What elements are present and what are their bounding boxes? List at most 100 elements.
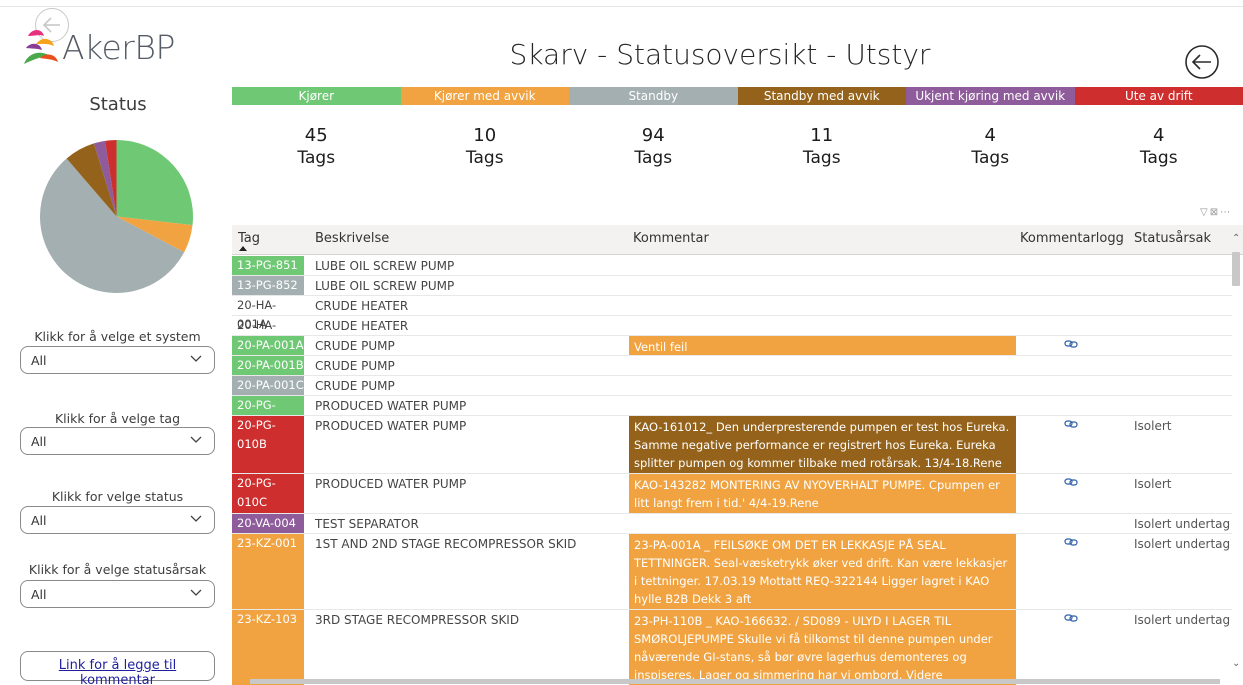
- status-count-card: 10 Tags: [401, 125, 570, 169]
- chevron-down-icon: [190, 355, 202, 362]
- column-header-comment-log[interactable]: Kommentarlogg: [1020, 231, 1124, 246]
- description-cell: CRUDE PUMP: [315, 339, 395, 353]
- status-filter-value: All: [31, 513, 47, 528]
- status-count-card: 4 Tags: [906, 125, 1075, 169]
- table-horizontal-scrollbar[interactable]: [232, 677, 1232, 685]
- description-cell: 1ST AND 2ND STAGE RECOMPRESSOR SKID: [315, 537, 577, 551]
- status-count-card: 4 Tags: [1075, 125, 1243, 169]
- count-value: 10: [473, 125, 497, 146]
- count-unit: Tags: [802, 148, 841, 168]
- tag-cell: 20-PG-010A: [232, 396, 304, 431]
- count-value: 94: [641, 125, 665, 146]
- legend-item[interactable]: Standby med avvik: [737, 87, 906, 105]
- tag-cell: 20-PA-001B: [232, 356, 304, 375]
- visual-header-icons[interactable]: ▽⊠⋯: [1200, 207, 1232, 218]
- table-row[interactable]: 20-PG-010C PRODUCED WATER PUMP KAO-143282 …: [232, 474, 1232, 514]
- tag-filter-dropdown[interactable]: All: [20, 427, 215, 455]
- comment-cell: Ventil feil: [629, 336, 1016, 355]
- table-row[interactable]: 20-PA-001A CRUDE PUMP Ventil feil: [232, 336, 1232, 356]
- column-header-tag[interactable]: Tag: [238, 231, 260, 246]
- table-vertical-scrollbar[interactable]: ⌃ ⌄: [1229, 230, 1243, 680]
- legend-item[interactable]: Ute av drift: [1074, 87, 1243, 105]
- akerbp-logo-mark-icon: [24, 30, 58, 64]
- horizontal-scroll-thumb[interactable]: [250, 679, 1220, 684]
- chevron-down-icon: [190, 436, 202, 443]
- pie-slice-kjører[interactable]: [116, 140, 194, 226]
- status-reason-cell: Isolert: [1134, 477, 1172, 491]
- scroll-up-arrow-icon[interactable]: ⌃: [1232, 233, 1240, 244]
- comment-log-link-icon[interactable]: [1064, 534, 1084, 553]
- legend-item[interactable]: Ukjent kjøring med avvik: [906, 87, 1075, 105]
- scroll-down-arrow-icon[interactable]: ⌄: [1232, 658, 1240, 669]
- column-header-comment[interactable]: Kommentar: [633, 231, 709, 246]
- filter-icon[interactable]: ▽: [1200, 207, 1210, 218]
- status-chart-title: Status: [89, 94, 147, 115]
- table-row[interactable]: 13-PG-851 LUBE OIL SCREW PUMP: [232, 256, 1232, 276]
- status-reason-filter-value: All: [31, 587, 47, 602]
- back-button[interactable]: [1183, 43, 1221, 81]
- table-row[interactable]: 23-KZ-103 3RD STAGE RECOMPRESSOR SKID 23-P…: [232, 610, 1232, 685]
- table-row[interactable]: 23-KZ-001 1ST AND 2ND STAGE RECOMPRESSOR …: [232, 534, 1232, 610]
- tag-cell: 20-VA-004: [232, 514, 304, 533]
- table-row[interactable]: 20-HA-001A CRUDE HEATER: [232, 296, 1232, 331]
- description-cell: CRUDE PUMP: [315, 379, 395, 393]
- table-header: Tag Beskrivelse Kommentar Kommentarlogg …: [232, 225, 1243, 255]
- akerbp-logo: AkerBP: [22, 24, 175, 70]
- status-filter-label: Klikk for velge status: [51, 489, 184, 504]
- description-cell: PRODUCED WATER PUMP: [315, 419, 467, 433]
- status-reason-filter-label: Klikk for å velge statusårsak: [28, 562, 207, 577]
- legend-item[interactable]: Kjører: [232, 87, 401, 105]
- status-pie-chart[interactable]: [40, 140, 193, 293]
- description-cell: PRODUCED WATER PUMP: [315, 477, 467, 491]
- logo-text: AkerBP: [62, 27, 175, 67]
- comment-log-link-icon[interactable]: [1064, 474, 1084, 493]
- table-row[interactable]: 20-PA-001C CRUDE PUMP: [232, 376, 1232, 396]
- comment-log-link-icon[interactable]: [1064, 336, 1084, 355]
- legend-item[interactable]: Standby: [569, 87, 738, 105]
- status-reason-cell: Isolert undertag: [1134, 517, 1231, 531]
- count-value: 4: [1153, 125, 1165, 146]
- table-row[interactable]: 20-PG-010A PRODUCED WATER PUMP: [232, 396, 1232, 431]
- table-row[interactable]: 20-VA-004 TEST SEPARATOR Isolert undertag: [232, 514, 1232, 534]
- tag-cell: 23-KZ-001: [232, 534, 304, 609]
- chevron-down-icon: [190, 589, 202, 596]
- count-unit: Tags: [465, 148, 504, 168]
- count-value: 45: [304, 125, 328, 146]
- status-reason-cell: Isolert: [1134, 419, 1172, 433]
- legend-item[interactable]: Kjører med avvik: [400, 87, 569, 105]
- table-row[interactable]: 20-PA-001B CRUDE PUMP: [232, 356, 1232, 376]
- description-cell: LUBE OIL SCREW PUMP: [315, 279, 455, 293]
- comment-log-link-icon[interactable]: [1064, 610, 1084, 629]
- page-title: Skarv - Statusoversikt - Utstyr: [509, 38, 931, 71]
- table-row[interactable]: 20-HA-001B CRUDE HEATER: [232, 316, 1232, 351]
- top-divider: [0, 6, 1243, 7]
- equipment-status-table: Tag Beskrivelse Kommentar Kommentarlogg …: [232, 225, 1243, 685]
- tag-cell: 23-KZ-103: [232, 610, 304, 685]
- status-filter-dropdown[interactable]: All: [20, 506, 215, 534]
- table-row[interactable]: 13-PG-852 LUBE OIL SCREW PUMP: [232, 276, 1232, 296]
- comment-cell: 23-PA-001A _ FEILSØKE OM DET ER LEKKASJE…: [629, 534, 1016, 609]
- tag-cell: 13-PG-852: [232, 276, 304, 295]
- comment-log-link-icon[interactable]: [1064, 416, 1084, 435]
- column-header-status-reason[interactable]: Statusårsak: [1134, 231, 1211, 246]
- count-unit: Tags: [634, 148, 673, 168]
- focus-mode-icon[interactable]: ⊠: [1210, 207, 1220, 218]
- count-unit: Tags: [971, 148, 1010, 168]
- status-counts-row: 45 Tags 10 Tags 94 Tags 11 Tags 4 Tags 4 Tags: [232, 125, 1243, 169]
- status-count-card: 94 Tags: [569, 125, 738, 169]
- status-reason-filter-dropdown[interactable]: All: [20, 580, 215, 608]
- status-count-card: 45 Tags: [232, 125, 401, 169]
- more-options-icon[interactable]: ⋯: [1220, 207, 1232, 218]
- comment-cell: KAO-161012_ Den underpresterende pumpen …: [629, 416, 1016, 473]
- tag-cell: 20-PA-001A: [232, 336, 304, 355]
- table-row[interactable]: 20-PG-010B PRODUCED WATER PUMP KAO-161012_…: [232, 416, 1232, 474]
- vertical-scroll-thumb[interactable]: [1232, 252, 1240, 286]
- add-comment-link-button[interactable]: Link for å legge til kommentar: [20, 651, 215, 685]
- add-comment-link[interactable]: Link for å legge til kommentar: [21, 658, 214, 685]
- column-header-description[interactable]: Beskrivelse: [315, 231, 389, 246]
- description-cell: CRUDE HEATER: [315, 319, 409, 333]
- chevron-down-icon: [190, 515, 202, 522]
- tag-filter-label: Klikk for å velge tag: [54, 411, 181, 426]
- tag-cell: 20-HA-001A: [237, 298, 277, 331]
- system-filter-dropdown[interactable]: All: [20, 346, 215, 374]
